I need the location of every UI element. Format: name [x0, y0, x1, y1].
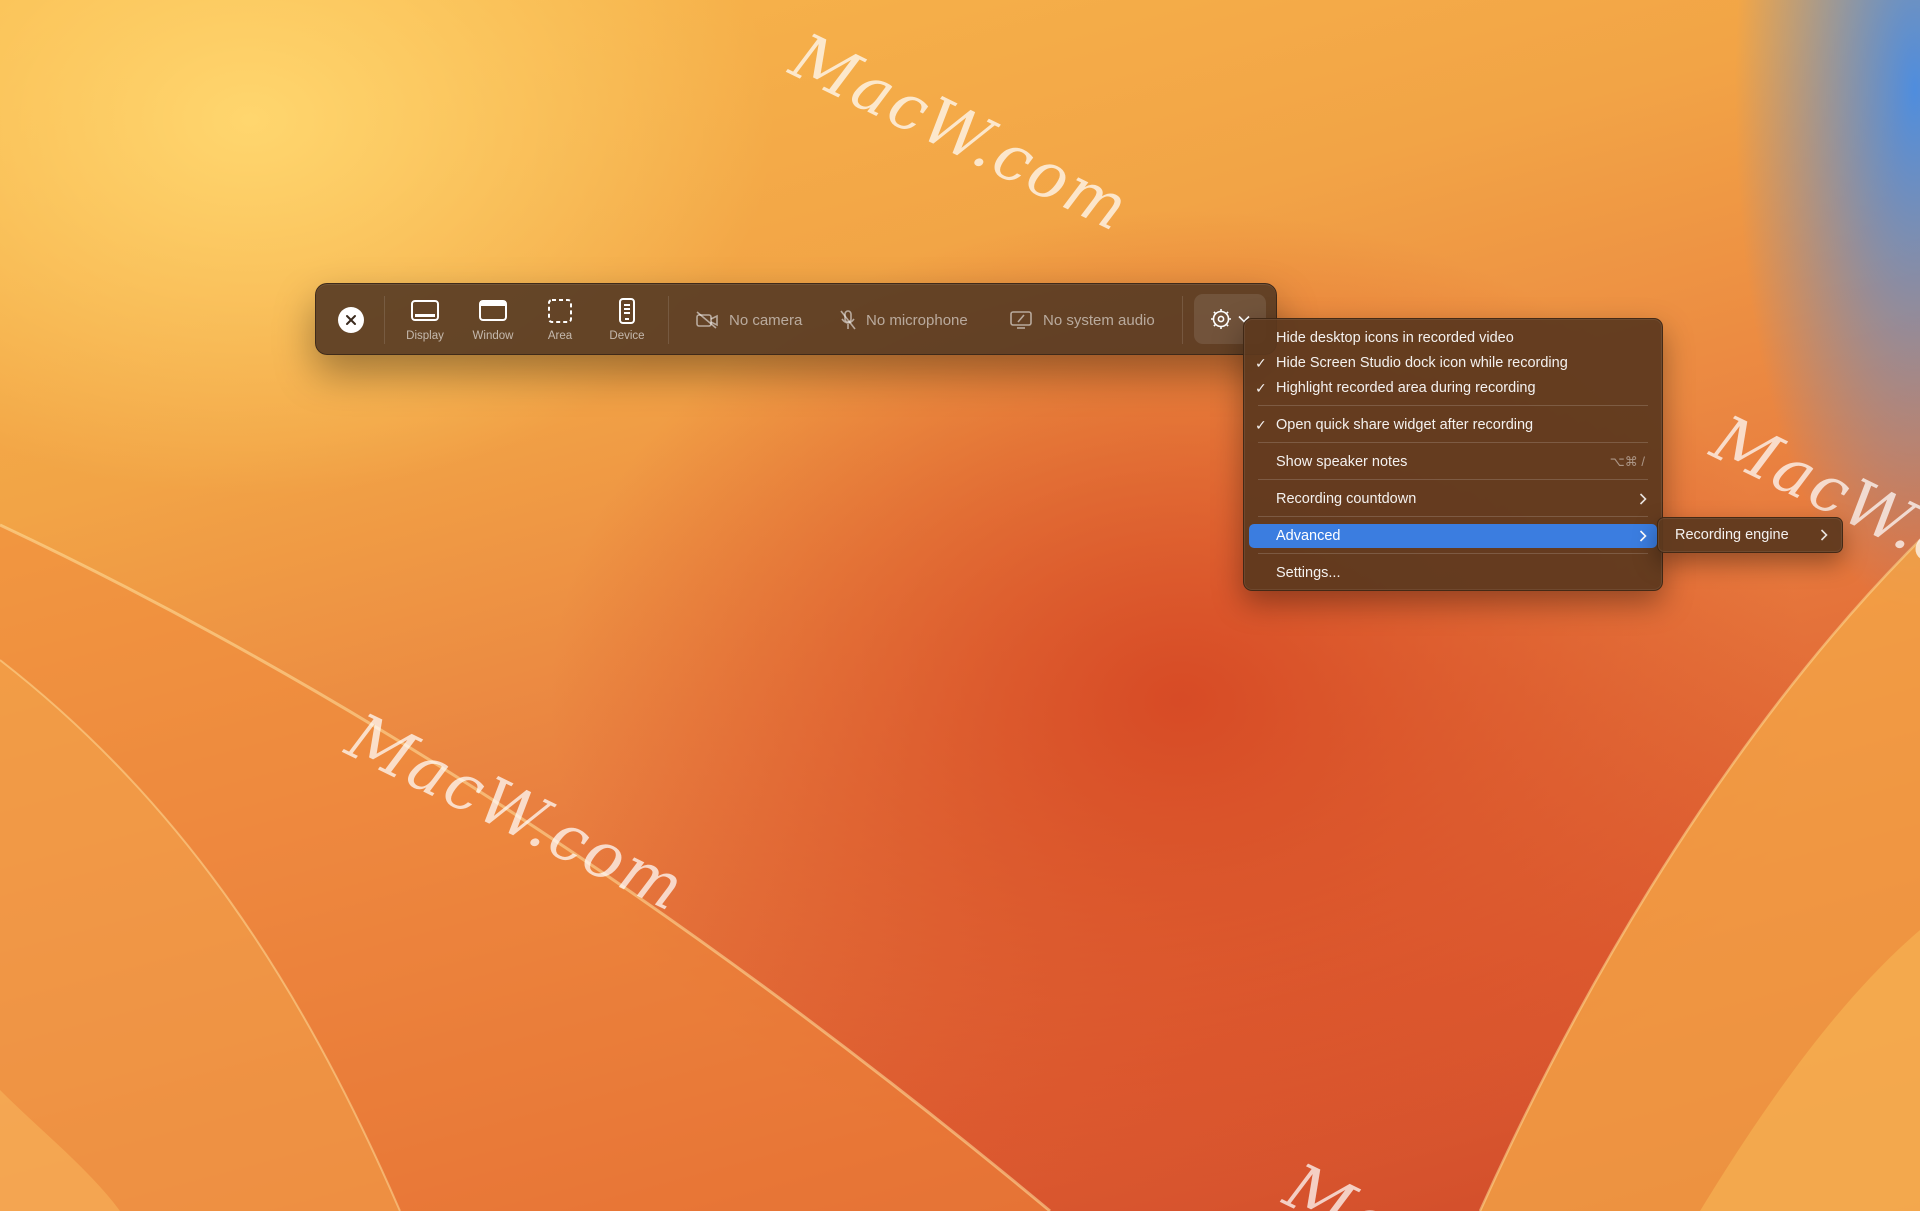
menu-separator	[1258, 553, 1648, 554]
mode-label: Area	[547, 330, 573, 342]
menu-separator	[1258, 516, 1648, 517]
mode-label: Display	[406, 330, 444, 342]
close-icon	[346, 315, 356, 325]
chevron-right-icon	[1820, 529, 1828, 541]
menu-item-label: Recording countdown	[1276, 491, 1417, 507]
checkmark-icon: ✓	[1255, 354, 1267, 371]
menu-item-advanced[interactable]: Advanced	[1249, 524, 1657, 548]
mode-display-button[interactable]: Display	[395, 296, 455, 346]
menu-item-recording-countdown[interactable]: Recording countdown	[1249, 487, 1657, 511]
menu-separator	[1258, 442, 1648, 443]
mode-device-button[interactable]: Device	[597, 296, 657, 346]
microphone-selector[interactable]: No microphone	[840, 306, 968, 334]
window-icon	[479, 300, 507, 321]
keyboard-shortcut: ⌥⌘ /	[1609, 454, 1645, 469]
chevron-right-icon	[1639, 530, 1647, 542]
divider	[384, 296, 385, 344]
wallpaper	[0, 523, 1920, 1211]
close-button[interactable]	[338, 307, 364, 333]
checkmark-icon: ✓	[1255, 379, 1267, 396]
advanced-submenu: Recording engine	[1657, 517, 1843, 553]
menu-item-label: Hide Screen Studio dock icon while recor…	[1276, 355, 1568, 371]
camera-selector[interactable]: No camera	[695, 306, 802, 334]
menu-item-settings[interactable]: Settings...	[1249, 561, 1657, 585]
system-audio-label: No system audio	[1043, 311, 1155, 329]
menu-item-label: Open quick share widget after recording	[1276, 417, 1534, 433]
mode-window-button[interactable]: Window	[463, 296, 523, 346]
menu-item-label: Hide desktop icons in recorded video	[1276, 330, 1514, 346]
desktop: MacW.com MacW.com MacW.com Ma Display Wi…	[0, 0, 1920, 1211]
divider	[1182, 296, 1183, 344]
mode-area-button[interactable]: Area	[530, 296, 590, 346]
system-audio-selector[interactable]: No system audio	[1009, 306, 1155, 334]
camera-label: No camera	[729, 311, 803, 329]
menu-item-label: Highlight recorded area during recording	[1276, 380, 1536, 396]
menu-item-hide-dock-icon[interactable]: ✓ Hide Screen Studio dock icon while rec…	[1249, 351, 1657, 375]
divider	[668, 296, 669, 344]
chevron-right-icon	[1639, 493, 1647, 505]
microphone-off-icon	[840, 310, 856, 330]
display-icon	[411, 300, 439, 321]
menu-item-highlight-recorded-area[interactable]: ✓ Highlight recorded area during recordi…	[1249, 376, 1657, 400]
area-icon	[548, 299, 572, 323]
camera-off-icon	[696, 311, 718, 329]
mode-label: Window	[472, 330, 514, 342]
menu-item-recording-engine[interactable]: Recording engine	[1662, 523, 1838, 547]
menu-item-open-quick-share[interactable]: ✓ Open quick share widget after recordin…	[1249, 413, 1657, 437]
menu-separator	[1258, 479, 1648, 480]
device-icon	[619, 298, 635, 324]
menu-item-label: Advanced	[1276, 528, 1341, 544]
menu-item-label: Recording engine	[1675, 527, 1789, 543]
settings-menu: Hide desktop icons in recorded video ✓ H…	[1243, 318, 1663, 591]
gear-icon	[1211, 309, 1231, 329]
recording-toolbar: Display Window Area Device No camera No …	[315, 283, 1277, 355]
menu-item-show-speaker-notes[interactable]: Show speaker notes ⌥⌘ /	[1249, 450, 1657, 474]
system-audio-off-icon	[1010, 311, 1032, 329]
checkmark-icon: ✓	[1255, 416, 1267, 433]
menu-item-hide-desktop-icons[interactable]: Hide desktop icons in recorded video	[1249, 326, 1657, 350]
menu-item-label: Settings...	[1276, 565, 1341, 581]
menu-item-label: Show speaker notes	[1276, 454, 1408, 470]
microphone-label: No microphone	[866, 311, 968, 329]
mode-label: Device	[609, 330, 645, 342]
menu-separator	[1258, 405, 1648, 406]
